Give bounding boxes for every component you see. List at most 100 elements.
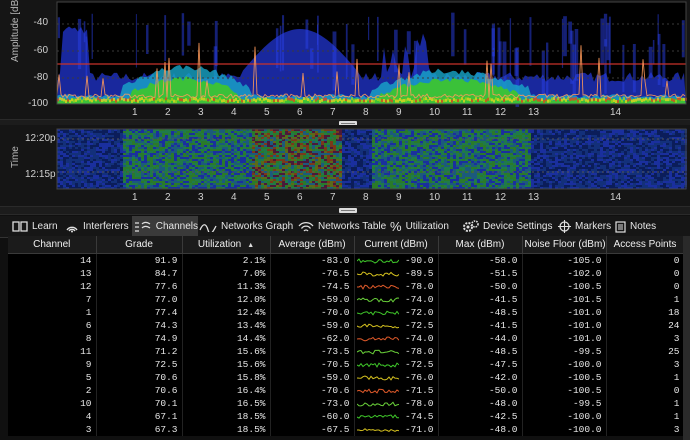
tab-label: Markers bbox=[575, 221, 612, 232]
tab-label: Utilization bbox=[405, 221, 449, 232]
spectrum-x-tick: 9 bbox=[396, 107, 402, 118]
table-row[interactable]: 12 77.6 11.3% -74.5 -78.0 -50.0 -100.5 0 bbox=[8, 280, 684, 293]
waterfall-splitter[interactable] bbox=[0, 206, 690, 215]
splitter-grip[interactable] bbox=[339, 208, 357, 213]
cell-channel: 11 bbox=[8, 345, 97, 358]
cell-current: -78.0 bbox=[354, 280, 439, 293]
waterfall-x-tick: 9 bbox=[396, 192, 402, 203]
waterfall-graph[interactable]: Time 12:20p 12:15p 1 2 3 4 5 6 7 8 9 10 11 12 13 14 bbox=[0, 125, 690, 207]
cell-access-points: 18 bbox=[606, 306, 684, 319]
cell-grade: 70.6 bbox=[96, 371, 183, 384]
waterfall-x-tick: 11 bbox=[462, 192, 473, 203]
spectrum-x-tick: 6 bbox=[297, 107, 303, 118]
cell-utilization: 16.4% bbox=[182, 384, 271, 397]
table-row[interactable]: 9 72.5 15.6% -70.5 -72.5 -47.5 -100.0 3 bbox=[8, 358, 684, 371]
table-scrollbar[interactable] bbox=[683, 236, 690, 440]
cell-current: -74.0 bbox=[354, 293, 439, 306]
tab-markers[interactable]: Markers bbox=[558, 216, 611, 237]
cell-channel: 10 bbox=[8, 397, 97, 410]
cell-channel: 13 bbox=[8, 267, 97, 280]
cell-average: -70.0 bbox=[270, 306, 355, 319]
table-row[interactable]: 6 74.3 13.4% -59.0 -72.5 -41.5 -101.0 24 bbox=[8, 319, 684, 332]
column-header-utilization[interactable]: Utilization ▲ bbox=[182, 236, 271, 254]
table-header-row: Channel Grade Utilization ▲ Average (dBm)… bbox=[8, 236, 684, 254]
column-header-noise-floor[interactable]: Noise Floor (dBm) bbox=[522, 236, 607, 254]
cell-grade: 67.3 bbox=[96, 423, 183, 436]
cell-utilization: 16.5% bbox=[182, 397, 271, 410]
sparkline-icon bbox=[356, 388, 399, 395]
sparkline-icon bbox=[356, 350, 399, 356]
cell-utilization: 7.0% bbox=[182, 267, 271, 280]
table-row[interactable]: 11 71.2 15.6% -73.5 -78.0 -48.5 -99.5 25 bbox=[8, 345, 684, 358]
spectrum-x-tick: 11 bbox=[462, 107, 473, 118]
tab-learn[interactable]: Learn bbox=[12, 216, 58, 237]
sparkline-icon bbox=[356, 271, 399, 278]
spectrum-x-tick: 10 bbox=[429, 107, 441, 118]
cell-access-points: 24 bbox=[606, 319, 684, 332]
cell-current: -72.0 bbox=[354, 306, 439, 319]
cell-grade: 77.6 bbox=[96, 280, 183, 293]
column-header-grade[interactable]: Grade bbox=[96, 236, 183, 254]
tab-networks-graph[interactable]: Networks Graph bbox=[199, 216, 293, 237]
cell-max: -48.0 bbox=[438, 397, 523, 410]
cell-current: -72.5 bbox=[354, 358, 439, 371]
column-header-average[interactable]: Average (dBm) bbox=[270, 236, 355, 254]
cell-utilization: 15.6% bbox=[182, 345, 271, 358]
tab-channels[interactable]: Channels bbox=[132, 216, 198, 237]
crosshair-icon bbox=[558, 220, 571, 233]
column-header-channel[interactable]: Channel bbox=[8, 236, 97, 254]
column-header-max[interactable]: Max (dBm) bbox=[438, 236, 523, 254]
spectrum-y-tick: -80 bbox=[33, 72, 48, 83]
cell-average: -59.0 bbox=[270, 371, 355, 384]
cell-access-points: 0 bbox=[606, 384, 684, 397]
table-row[interactable]: 3 67.3 18.5% -67.5 -71.0 -48.0 -100.0 3 bbox=[8, 423, 684, 436]
cell-access-points: 3 bbox=[606, 358, 684, 371]
waterfall-y-tick: 12:15p bbox=[25, 169, 56, 180]
column-header-access-points[interactable]: Access Points bbox=[606, 236, 684, 254]
tab-notes[interactable]: Notes bbox=[615, 216, 656, 237]
cell-channel: 9 bbox=[8, 358, 97, 371]
spectrum-x-tick: 5 bbox=[264, 107, 270, 118]
cell-max: -48.5 bbox=[438, 306, 523, 319]
cell-max: -41.5 bbox=[438, 319, 523, 332]
spectrum-y-axis-label: Amplitude [dBm] bbox=[10, 0, 21, 62]
tab-utilization[interactable]: % Utilization bbox=[390, 216, 449, 237]
table-row[interactable]: 13 84.7 7.0% -76.5 -89.5 -51.5 -102.0 0 bbox=[8, 267, 684, 280]
tab-device-settings[interactable]: Device Settings bbox=[462, 216, 552, 237]
cell-access-points: 1 bbox=[606, 293, 684, 306]
tab-label: Notes bbox=[630, 221, 657, 232]
sparkline-icon bbox=[356, 324, 399, 329]
waterfall-x-tick: 14 bbox=[610, 192, 622, 203]
cell-grade: 84.7 bbox=[96, 267, 183, 280]
cell-utilization: 11.3% bbox=[182, 280, 271, 293]
table-row[interactable]: 7 77.0 12.0% -59.0 -74.0 -41.5 -101.5 1 bbox=[8, 293, 684, 306]
table-row[interactable]: 2 70.6 16.4% -70.6 -71.5 -50.0 -100.5 0 bbox=[8, 384, 684, 397]
cell-noise-floor: -100.0 bbox=[522, 358, 607, 371]
table-row[interactable]: 5 70.6 15.8% -59.0 -76.0 -42.0 -100.5 1 bbox=[8, 371, 684, 384]
book-icon bbox=[12, 221, 28, 232]
cell-average: -62.0 bbox=[270, 332, 355, 345]
cell-average: -60.0 bbox=[270, 410, 355, 423]
tab-interferers[interactable]: Interferers bbox=[65, 216, 129, 237]
table-row[interactable]: 8 74.9 14.4% -62.0 -74.0 -44.0 -101.0 3 bbox=[8, 332, 684, 345]
cell-channel: 5 bbox=[8, 371, 97, 384]
tab-networks-table[interactable]: Networks Table bbox=[298, 216, 386, 237]
waterfall-x-tick: 1 bbox=[132, 192, 138, 203]
cell-grade: 74.3 bbox=[96, 319, 183, 332]
tab-label: Learn bbox=[32, 221, 58, 232]
table-row[interactable]: 1 77.4 12.4% -70.0 -72.0 -48.5 -101.0 18 bbox=[8, 306, 684, 319]
cell-average: -83.0 bbox=[270, 253, 355, 267]
cell-max: -50.0 bbox=[438, 280, 523, 293]
tab-label: Networks Table bbox=[318, 221, 387, 232]
cell-access-points: 1 bbox=[606, 410, 684, 423]
cell-channel: 6 bbox=[8, 319, 97, 332]
table-row[interactable]: 10 70.1 16.5% -73.0 -78.0 -48.0 -99.5 1 bbox=[8, 397, 684, 410]
spectrum-graph[interactable]: Amplitude [dBm] -40 -60 -80 -100 1234567… bbox=[0, 0, 690, 125]
column-header-current[interactable]: Current (dBm) bbox=[354, 236, 439, 254]
table-row[interactable]: 4 67.1 18.5% -60.0 -74.5 -42.5 -100.0 1 bbox=[8, 410, 684, 423]
cell-current: -71.5 bbox=[354, 384, 439, 397]
table-row[interactable]: 14 91.9 2.1% -83.0 -90.0 -58.0 -105.0 0 bbox=[8, 253, 684, 267]
cell-grade: 91.9 bbox=[96, 253, 183, 267]
cell-average: -70.5 bbox=[270, 358, 355, 371]
tab-label: Interferers bbox=[83, 221, 129, 232]
